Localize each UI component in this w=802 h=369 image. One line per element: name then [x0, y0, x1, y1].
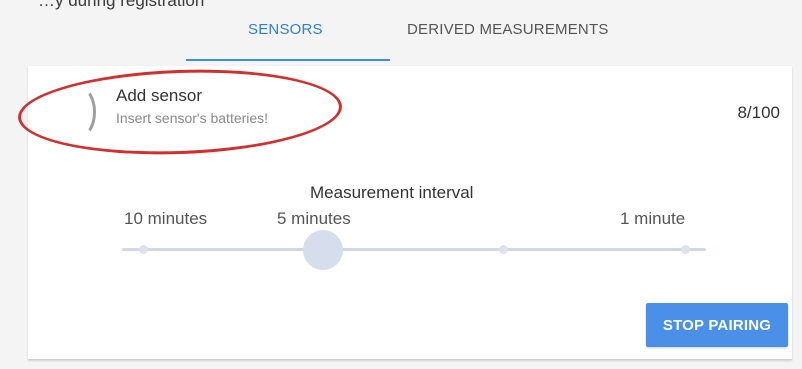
stop-pairing-button[interactable]: STOP PAIRING [646, 303, 788, 347]
slider-tick[interactable] [681, 245, 690, 254]
slider-tick[interactable] [499, 245, 508, 254]
slider-tick[interactable] [139, 245, 148, 254]
interval-slider-track[interactable] [122, 248, 706, 251]
tab-derived-measurements[interactable]: DERIVED MEASUREMENTS [407, 21, 609, 38]
interval-option-1-minute: 1 minute [620, 209, 686, 228]
measurement-interval-label: Measurement interval [310, 183, 474, 202]
loading-spinner-icon [66, 87, 96, 137]
interval-slider-thumb[interactable] [303, 230, 343, 270]
add-sensor-title: Add sensor [116, 86, 202, 105]
interval-option-5-minutes: 5 minutes [277, 209, 351, 228]
sensor-count: 8/100 [737, 103, 780, 122]
add-sensor-hint: Insert sensor's batteries! [116, 110, 269, 126]
active-tab-indicator [186, 59, 390, 61]
interval-option-10-minutes: 10 minutes [124, 209, 208, 228]
tab-bar: SENSORS DERIVED MEASUREMENTS [0, 0, 802, 62]
tab-sensors[interactable]: SENSORS [248, 21, 323, 38]
